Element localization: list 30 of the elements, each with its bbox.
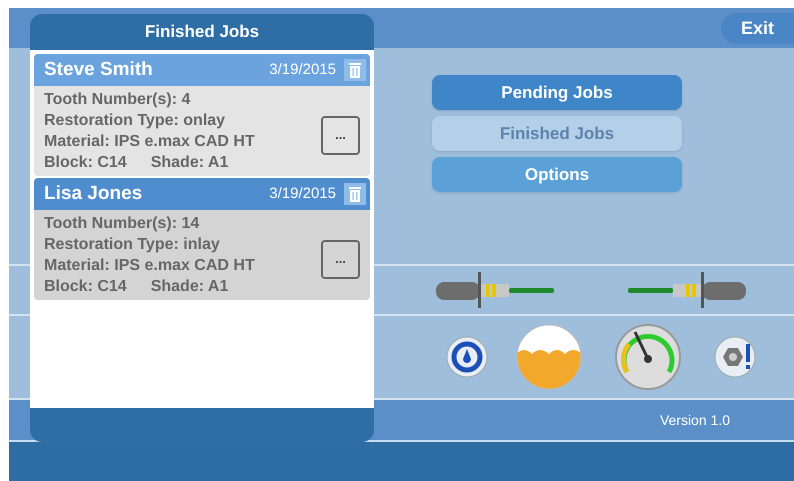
job-detail: Restoration Type: inlay — [44, 235, 221, 255]
exit-button[interactable]: Exit — [720, 12, 794, 44]
patient-name: Steve Smith — [44, 58, 154, 82]
nut-alert-icon — [713, 335, 757, 379]
job-card[interactable]: Steve Smith 3/19/2015 Tooth Number(s): 4 Restoration Type: onlay Material: IPS e.max CAD HT Block: C14 Shade: A1 ... — [34, 54, 370, 176]
dropper-tool-icon — [434, 270, 556, 310]
trash-icon[interactable] — [344, 59, 366, 81]
dialog-title: Finished Jobs — [144, 21, 260, 44]
job-date: 3/19/2015 — [269, 184, 336, 204]
job-detail: Material: IPS e.max CAD HT — [44, 132, 256, 152]
job-detail: Restoration Type: onlay — [44, 111, 226, 131]
water-cycle-icon — [445, 335, 489, 379]
more-button[interactable]: ... — [321, 116, 360, 154]
job-detail: Material: IPS e.max CAD HT — [44, 256, 256, 276]
shade-detail: Shade: A1 — [150, 277, 228, 297]
fill-level-icon — [516, 324, 582, 390]
job-detail: Tooth Number(s): 14 — [44, 214, 200, 234]
gauge-icon — [615, 324, 681, 390]
more-button[interactable]: ... — [321, 240, 360, 278]
block-detail: Block: C14 — [44, 153, 127, 173]
version-label: Version 1.0 — [660, 410, 730, 430]
job-card[interactable]: Lisa Jones 3/19/2015 Tooth Number(s): 14 Restoration Type: inlay Material: IPS e.max CAD HT Block: C14 Shade: A1 ... — [34, 178, 370, 300]
shade-detail: Shade: A1 — [150, 153, 228, 173]
trash-icon[interactable] — [344, 183, 366, 205]
menu-button[interactable]: Pending Jobs — [432, 75, 682, 110]
job-detail: Tooth Number(s): 4 — [44, 90, 192, 110]
block-detail: Block: C14 — [44, 277, 127, 297]
dropper-tool-icon — [626, 270, 748, 310]
job-date: 3/19/2015 — [269, 60, 336, 80]
patient-name: Lisa Jones — [44, 182, 144, 206]
